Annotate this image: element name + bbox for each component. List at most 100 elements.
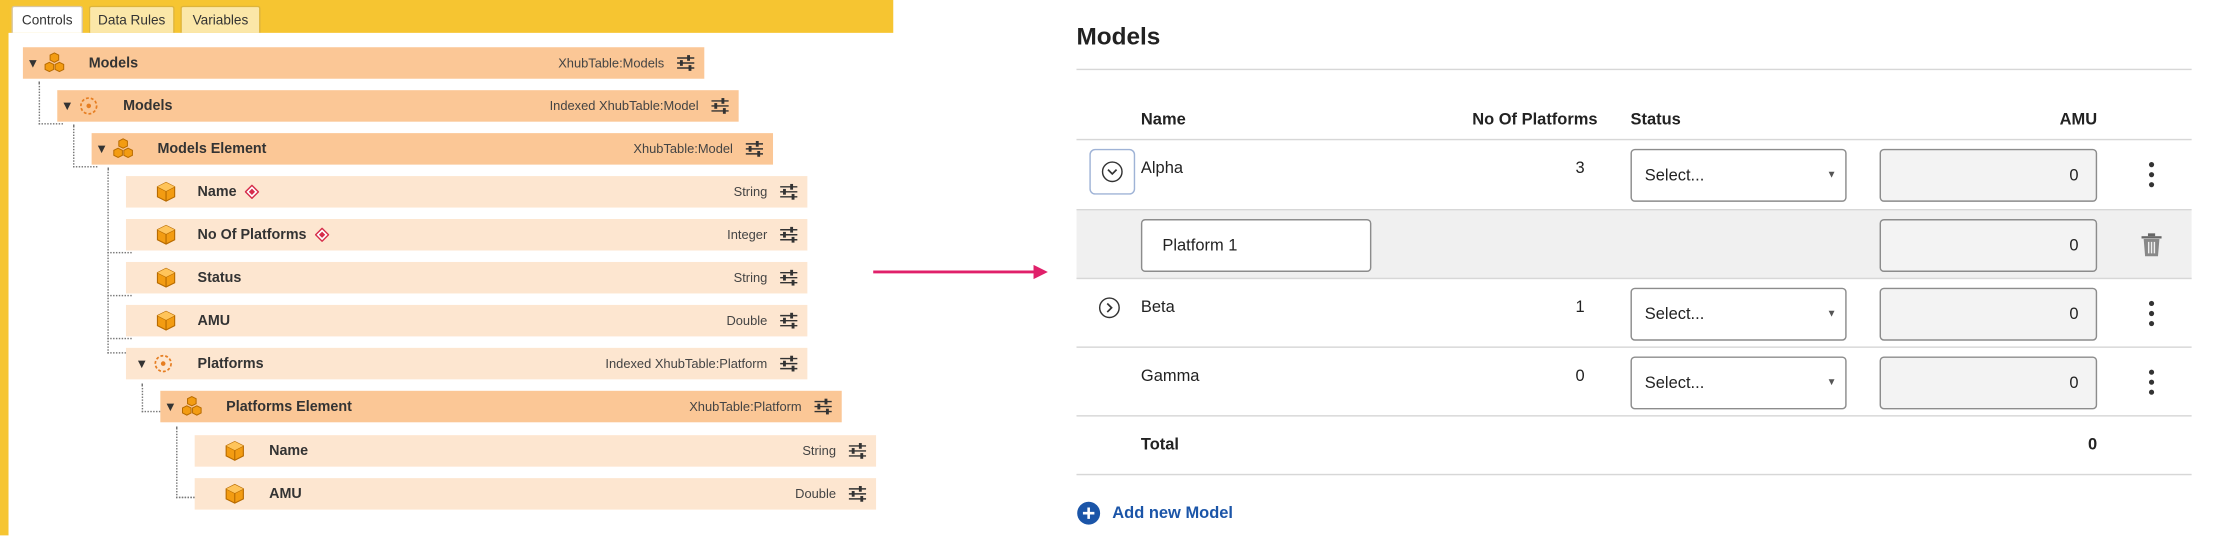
tree-row-label: AMU bbox=[269, 485, 302, 502]
settings-sliders-icon[interactable] bbox=[847, 485, 867, 503]
required-diamond-icon bbox=[315, 227, 330, 242]
tree-row-platforms-element[interactable]: ▼ Platforms Element XhubTable:Platform bbox=[160, 390, 842, 423]
cube-stack-icon bbox=[180, 395, 203, 418]
divider bbox=[1076, 473, 2192, 476]
table-row: Alpha 3 Select... ▼ 0 bbox=[1076, 140, 2191, 209]
tree-row-label: Models bbox=[88, 55, 139, 71]
expand-row-button[interactable] bbox=[1098, 296, 1121, 319]
tree-row-platform-name[interactable]: Name String bbox=[194, 435, 877, 467]
settings-sliders-icon[interactable] bbox=[847, 442, 867, 460]
tree-row-label: Name bbox=[197, 183, 237, 200]
cube-icon bbox=[155, 180, 178, 203]
tree-row-label: Status bbox=[197, 269, 242, 286]
divider bbox=[1076, 68, 2192, 71]
amu-input[interactable]: 0 bbox=[1879, 148, 2098, 202]
tab-controls[interactable]: Controls bbox=[11, 5, 84, 33]
structure-tree: ▼ Models XhubTable:Models ▼ Models Index… bbox=[8, 32, 894, 536]
tree-row-label: No Of Platforms bbox=[197, 226, 307, 243]
add-circle-icon bbox=[1077, 501, 1101, 525]
tree-row-label: Platforms Element bbox=[226, 398, 352, 415]
kebab-menu-icon[interactable] bbox=[2142, 299, 2162, 328]
tree-row-platform-amu[interactable]: AMU Double bbox=[194, 478, 877, 510]
collapse-caret-icon[interactable]: ▼ bbox=[160, 399, 180, 413]
tree-row-label: Models Element bbox=[157, 141, 267, 157]
status-select[interactable]: Select... ▼ bbox=[1630, 148, 1847, 202]
collapse-caret-icon[interactable]: ▼ bbox=[57, 99, 77, 113]
tree-row-label: Platforms bbox=[197, 355, 264, 372]
required-diamond-icon bbox=[245, 184, 260, 199]
tree-row-type: String bbox=[733, 184, 768, 199]
column-header-status: Status bbox=[1630, 111, 1681, 129]
tree-row-name[interactable]: Name String bbox=[125, 176, 808, 208]
divider bbox=[1076, 415, 2192, 417]
tree-row-type: Double bbox=[726, 313, 768, 328]
collapse-caret-icon[interactable]: ▼ bbox=[132, 356, 152, 370]
platform-name-input[interactable]: Platform 1 bbox=[1140, 219, 1372, 272]
tab-data-rules[interactable]: Data Rules bbox=[88, 5, 175, 33]
settings-sliders-icon[interactable] bbox=[779, 312, 799, 330]
add-model-button[interactable]: Add new Model bbox=[1076, 501, 1233, 525]
tree-row-amu[interactable]: AMU Double bbox=[125, 304, 808, 337]
settings-sliders-icon[interactable] bbox=[813, 397, 833, 416]
tree-row-label: Name bbox=[269, 443, 309, 459]
kebab-menu-icon[interactable] bbox=[2142, 160, 2162, 189]
structure-panel: Controls Data Rules Variables ▼ Models X… bbox=[0, 0, 894, 536]
settings-sliders-icon[interactable] bbox=[779, 355, 799, 373]
tree-row-models-list[interactable]: ▼ Models Indexed XhubTable:Model bbox=[57, 90, 739, 122]
dropdown-arrow-icon: ▼ bbox=[1826, 170, 1837, 181]
kebab-menu-icon[interactable] bbox=[2142, 368, 2162, 397]
amu-input[interactable]: 0 bbox=[1879, 356, 2098, 410]
row-platform-count: 3 bbox=[1575, 160, 1585, 178]
settings-sliders-icon[interactable] bbox=[710, 97, 730, 115]
tab-bar: Controls Data Rules Variables bbox=[0, 0, 894, 33]
tree-row-type: Indexed XhubTable:Platform bbox=[605, 356, 768, 371]
tree-row-label: AMU bbox=[197, 312, 231, 329]
tree-row-type: String bbox=[802, 443, 836, 459]
settings-sliders-icon[interactable] bbox=[744, 140, 764, 158]
status-select[interactable]: Select... ▼ bbox=[1630, 356, 1847, 410]
form-title: Models bbox=[1076, 22, 1161, 51]
arrow-right-icon bbox=[873, 264, 1048, 280]
table-row: Beta 1 Select... ▼ 0 bbox=[1076, 279, 2191, 348]
cube-stack-icon bbox=[43, 52, 66, 75]
expand-chevron-icon bbox=[1098, 297, 1120, 319]
status-select-value: Select... bbox=[1644, 374, 1705, 392]
row-name: Gamma bbox=[1140, 367, 1200, 386]
collapse-row-button[interactable] bbox=[1089, 148, 1136, 195]
column-header-platforms: No Of Platforms bbox=[1472, 111, 1598, 129]
models-form: Models Name No Of Platforms Status AMU A… bbox=[1076, 0, 2215, 535]
dropdown-arrow-icon: ▼ bbox=[1826, 377, 1837, 388]
tree-row-platforms[interactable]: ▼ Platforms Indexed XhubTable:Platform bbox=[125, 347, 808, 380]
tree-row-models-element[interactable]: ▼ Models Element XhubTable:Model bbox=[91, 133, 774, 165]
total-value: 0 bbox=[2087, 436, 2098, 454]
column-header-name: Name bbox=[1140, 111, 1186, 129]
tree-row-type: String bbox=[733, 270, 768, 285]
collapse-caret-icon[interactable]: ▼ bbox=[92, 142, 112, 156]
collapse-caret-icon[interactable]: ▼ bbox=[23, 56, 43, 70]
status-select-value: Select... bbox=[1644, 305, 1705, 323]
settings-sliders-icon[interactable] bbox=[779, 226, 799, 244]
tree-row-type: Integer bbox=[727, 227, 768, 242]
table-row: Gamma 0 Select... ▼ 0 bbox=[1076, 348, 2191, 417]
tree-row-type: Double bbox=[795, 486, 836, 502]
platform-amu-input[interactable]: 0 bbox=[1879, 219, 2098, 272]
indexed-list-icon bbox=[152, 352, 175, 375]
status-select[interactable]: Select... ▼ bbox=[1630, 287, 1847, 341]
trash-icon[interactable] bbox=[2140, 232, 2163, 258]
expand-chevron-icon bbox=[1101, 161, 1123, 183]
tree-row-no-of-platforms[interactable]: No Of Platforms Integer bbox=[125, 219, 808, 251]
settings-sliders-icon[interactable] bbox=[676, 54, 696, 72]
row-platform-count: 1 bbox=[1575, 299, 1585, 317]
amu-input[interactable]: 0 bbox=[1879, 287, 2098, 341]
row-name: Beta bbox=[1140, 299, 1175, 317]
tree-row-status[interactable]: Status String bbox=[125, 261, 808, 294]
tab-variables[interactable]: Variables bbox=[180, 5, 261, 33]
status-select-value: Select... bbox=[1644, 166, 1705, 184]
cube-icon bbox=[155, 266, 178, 289]
total-label: Total bbox=[1140, 436, 1180, 454]
cube-icon bbox=[155, 223, 178, 246]
settings-sliders-icon[interactable] bbox=[779, 183, 799, 201]
tree-row-models[interactable]: ▼ Models XhubTable:Models bbox=[22, 47, 705, 79]
settings-sliders-icon[interactable] bbox=[779, 269, 799, 287]
dropdown-arrow-icon: ▼ bbox=[1826, 309, 1837, 320]
